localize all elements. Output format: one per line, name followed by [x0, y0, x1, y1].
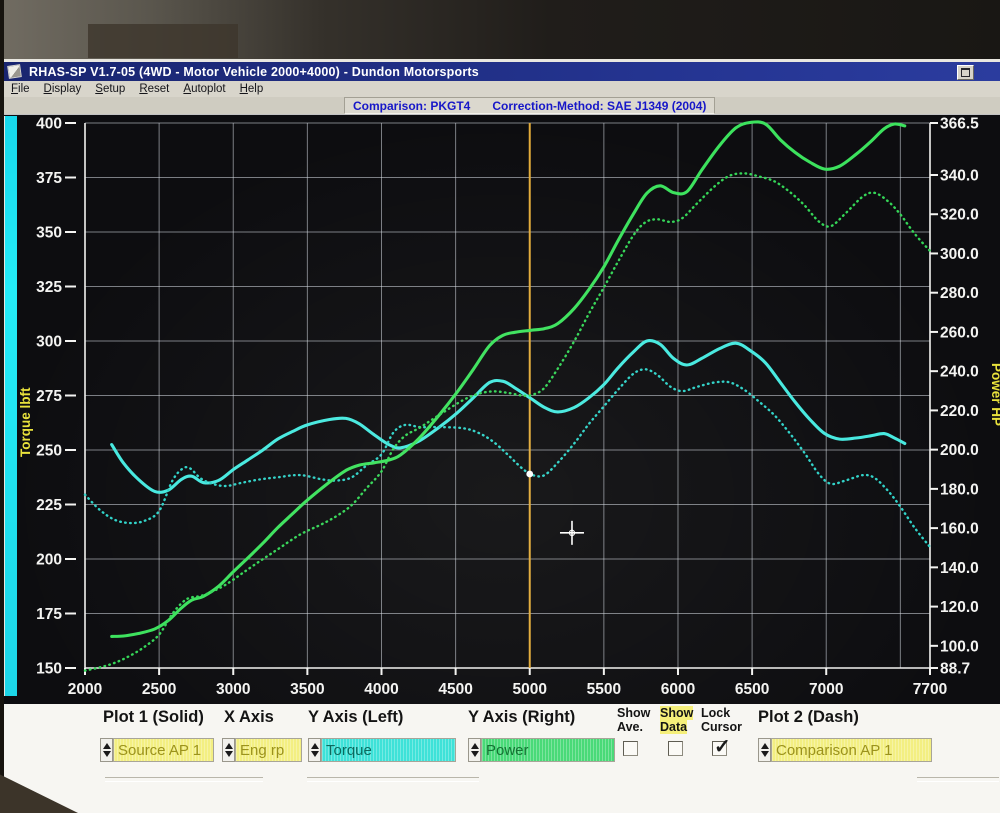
panel-divider [307, 777, 479, 782]
screen-photo: RHAS-SP V1.7-05 (4WD - Motor Vehicle 200… [0, 0, 1000, 813]
x-tick-label: 6000 [661, 681, 695, 698]
y-right-tick-label: 260.0 [940, 324, 979, 341]
y-right-tick-label: 280.0 [940, 285, 979, 302]
dyno-chart: 400 375 350 325 300 275 250 225 200 175 150 366.5 34… [0, 0, 1000, 813]
x-tick-label: 3000 [216, 681, 250, 698]
lock-cursor-checkmark: ✓ [714, 740, 731, 754]
xaxis-label: X Axis [224, 708, 274, 727]
xaxis-spinner[interactable] [222, 738, 235, 762]
y-right-tick-label: 100.0 [940, 638, 979, 655]
x-tick-label: 5500 [587, 681, 621, 698]
plot1-source-spinner[interactable] [100, 738, 113, 762]
yright-combo: Power [468, 738, 615, 762]
plot2-source-spinner[interactable] [758, 738, 771, 762]
torque-solid-curve [112, 341, 905, 493]
plot2-source-combo: Comparison AP 1 [758, 738, 932, 762]
x-tick-label: 2000 [68, 681, 102, 698]
x-tick-label: 3500 [290, 681, 324, 698]
xaxis-combo: Eng rp [222, 738, 302, 762]
y-right-tick-label: 120.0 [940, 599, 979, 616]
plot2-source-field[interactable]: Comparison AP 1 [771, 738, 932, 762]
yright-spinner[interactable] [468, 738, 481, 762]
chart-top-border [0, 114, 1000, 115]
yright-label: Y Axis (Right) [468, 708, 575, 727]
y-left-tick-label: 200 [36, 552, 62, 569]
yleft-label: Y Axis (Left) [308, 708, 403, 727]
plot1-source-field[interactable]: Source AP 1 [113, 738, 214, 762]
y-left-tick-label: 325 [36, 279, 62, 296]
x-tick-label: 7700 [913, 681, 947, 698]
x-tick-label: 6500 [735, 681, 769, 698]
y-right-tick-label: 160.0 [940, 521, 979, 538]
panel-divider [917, 777, 999, 782]
yleft-field[interactable]: Torque [321, 738, 456, 762]
cursor-data-marker [526, 471, 533, 478]
photo-left-bezel [0, 0, 4, 813]
show-ave-checkbox[interactable] [623, 741, 638, 756]
y-left-tick-label: 350 [36, 225, 62, 242]
y-right-tick-label: 200.0 [940, 442, 979, 459]
show-data-checkbox[interactable] [668, 741, 683, 756]
control-panel: Plot 1 (Solid) X Axis Y Axis (Left) Y Ax… [4, 704, 1000, 813]
y-left-tick-label: 175 [36, 606, 62, 623]
plot1-label: Plot 1 (Solid) [103, 708, 204, 727]
yleft-spinner[interactable] [308, 738, 321, 762]
y-right-tick-label: 88.7 [940, 661, 970, 678]
lock-cursor-label: LockCursor [701, 707, 742, 734]
y-left-tick-label: 375 [36, 170, 62, 187]
y-left-tick-label: 300 [36, 334, 62, 351]
y-right-tick-label: 340.0 [940, 167, 979, 184]
y-right-tick-label: 140.0 [940, 560, 979, 577]
y-right-tick-label: 180.0 [940, 481, 979, 498]
y-left-axis-title: Torque lbft [18, 387, 33, 457]
y-left-tick-label: 150 [36, 661, 62, 678]
show-data-label: ShowData [660, 707, 693, 734]
plot1-source-combo: Source AP 1 [100, 738, 214, 762]
y-left-tick-label: 225 [36, 497, 62, 514]
show-ave-label: ShowAve. [617, 707, 650, 734]
plot2-label: Plot 2 (Dash) [758, 708, 859, 727]
x-tick-label: 4500 [438, 681, 472, 698]
x-tick-label: 4000 [364, 681, 398, 698]
y-right-tick-label: 300.0 [940, 246, 979, 263]
y-left-tick-label: 250 [36, 443, 62, 460]
y-right-tick-label: 366.5 [940, 116, 979, 133]
yleft-combo: Torque [308, 738, 456, 762]
x-tick-label: 7000 [809, 681, 843, 698]
x-tick-label: 2500 [142, 681, 176, 698]
xaxis-field[interactable]: Eng rp [235, 738, 302, 762]
y-right-tick-label: 320.0 [940, 207, 979, 224]
y-right-axis-title: Power HP [989, 363, 1000, 426]
y-left-tick-label: 275 [36, 388, 62, 405]
x-tick-label: 5000 [512, 681, 546, 698]
yright-field[interactable]: Power [481, 738, 615, 762]
y-left-tick-label: 400 [36, 116, 62, 133]
power-dotted-curve [85, 173, 930, 670]
y-right-tick-label: 240.0 [940, 364, 979, 381]
panel-divider [105, 777, 263, 782]
y-right-tick-label: 220.0 [940, 403, 979, 420]
